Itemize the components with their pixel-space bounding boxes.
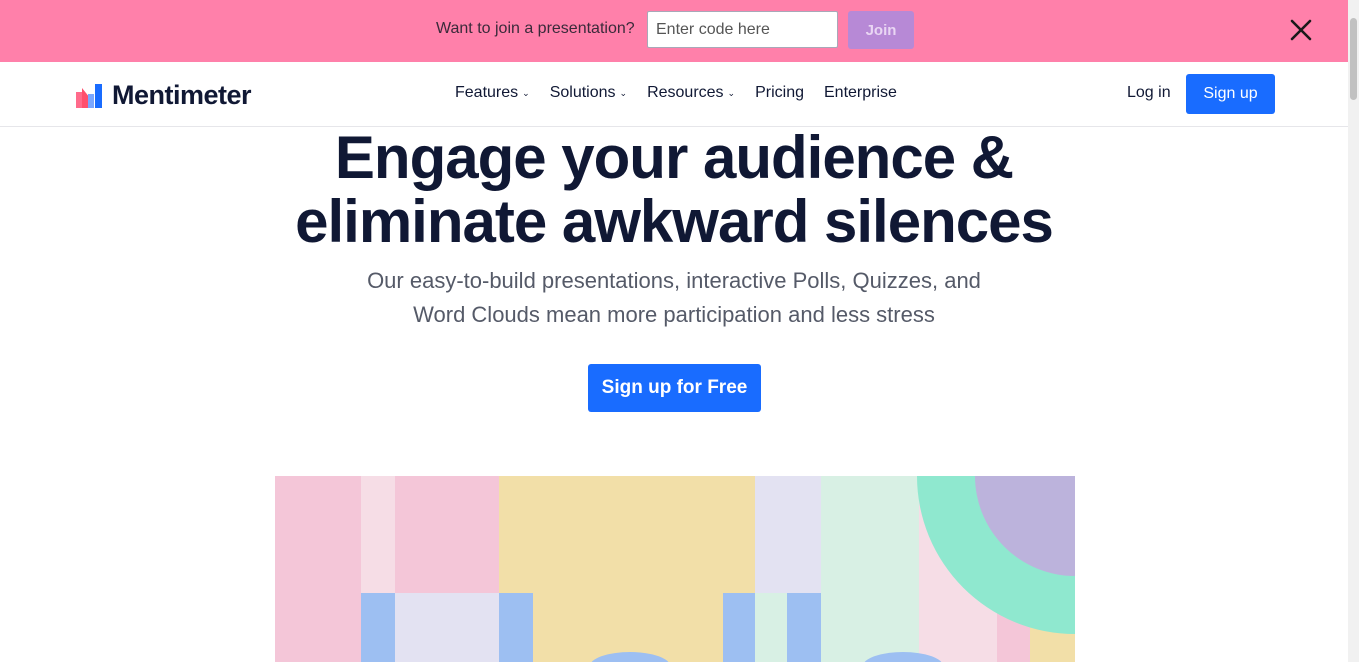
hero-title-line: Engage your audience & bbox=[334, 124, 1014, 191]
nav-item-label: Enterprise bbox=[824, 84, 897, 101]
nav-item-label: Pricing bbox=[755, 84, 804, 101]
nav-links: Features ⌄ Solutions ⌄ Resources ⌄ Prici… bbox=[455, 84, 897, 102]
nav-item-solutions[interactable]: Solutions ⌄ bbox=[550, 84, 627, 102]
hero-illustration bbox=[275, 476, 1075, 662]
nav-item-features[interactable]: Features ⌄ bbox=[455, 84, 530, 102]
login-link[interactable]: Log in bbox=[1127, 84, 1171, 102]
scrollbar-thumb[interactable] bbox=[1350, 18, 1357, 100]
chevron-down-icon: ⌄ bbox=[619, 87, 628, 98]
nav-item-label: Solutions bbox=[549, 84, 616, 101]
nav-item-enterprise[interactable]: Enterprise bbox=[824, 84, 897, 102]
chevron-down-icon: ⌄ bbox=[727, 87, 736, 98]
brand-logo[interactable]: Mentimeter bbox=[76, 80, 252, 111]
mentimeter-logo-icon bbox=[76, 83, 102, 108]
code-input[interactable] bbox=[647, 11, 838, 48]
join-banner: Want to join a presentation? Join bbox=[0, 0, 1348, 62]
hero-illustration-graphic bbox=[275, 476, 1075, 662]
hero-subtitle-line: Our easy-to-build presentations, interac… bbox=[367, 268, 981, 293]
hero-title: Engage your audience & eliminate awkward… bbox=[0, 126, 1348, 254]
main-nav: Mentimeter Features ⌄ Solutions ⌄ Resour… bbox=[0, 62, 1348, 127]
nav-item-label: Features bbox=[455, 84, 519, 101]
close-icon[interactable] bbox=[1288, 17, 1314, 43]
brand-name: Mentimeter bbox=[112, 80, 252, 110]
hero-subtitle: Our easy-to-build presentations, interac… bbox=[0, 264, 1348, 332]
join-prompt: Want to join a presentation? bbox=[436, 20, 635, 37]
page-scrollbar[interactable] bbox=[1348, 0, 1359, 662]
hero-subtitle-line: Word Clouds mean more participation and … bbox=[413, 302, 935, 327]
nav-item-label: Resources bbox=[647, 84, 724, 101]
chevron-down-icon: ⌄ bbox=[522, 87, 530, 98]
nav-item-pricing[interactable]: Pricing bbox=[755, 84, 804, 102]
signup-free-button[interactable]: Sign up for Free bbox=[588, 364, 761, 412]
nav-item-resources[interactable]: Resources ⌄ bbox=[647, 84, 735, 102]
signup-button[interactable]: Sign up bbox=[1186, 74, 1275, 114]
join-button[interactable]: Join bbox=[848, 11, 914, 49]
hero-title-line: eliminate awkward silences bbox=[295, 188, 1054, 255]
